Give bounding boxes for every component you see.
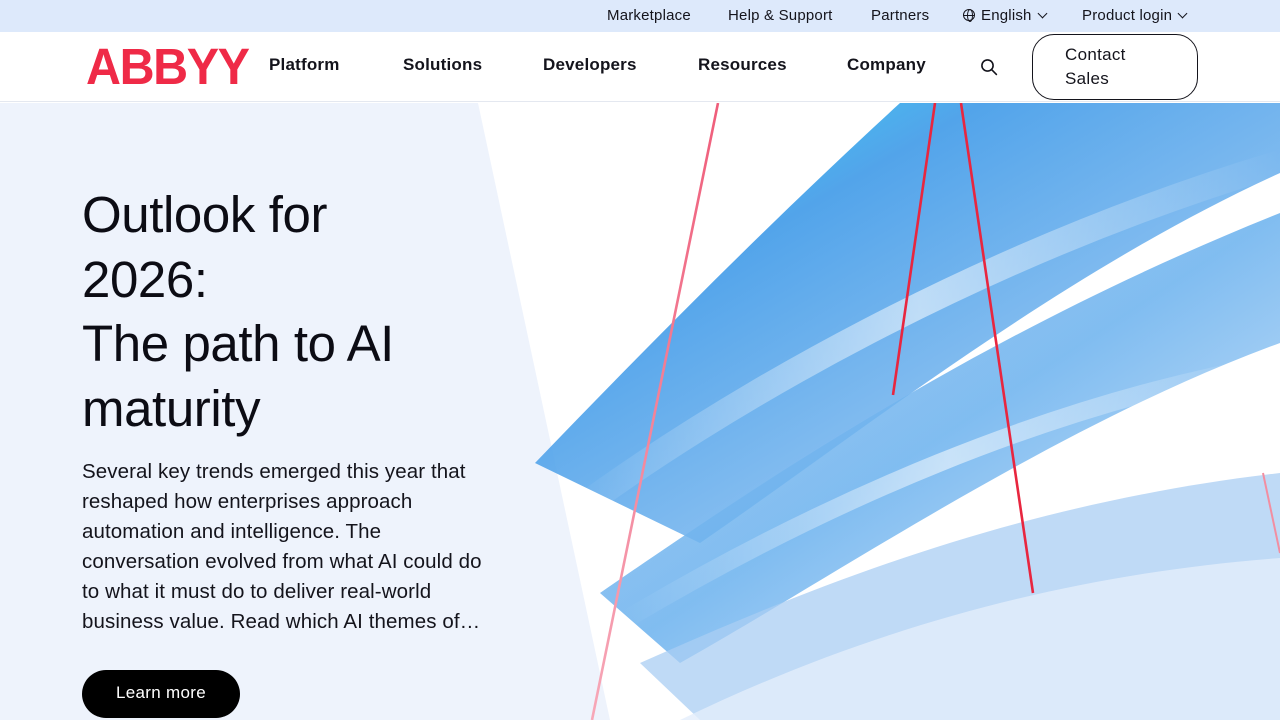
abbyy-logo[interactable]: ABBYY: [86, 41, 250, 92]
nav-solutions[interactable]: Solutions: [403, 32, 482, 100]
hero-title-line: Outlook for: [82, 186, 328, 243]
marketplace-link[interactable]: Marketplace: [607, 0, 691, 32]
nav-resources[interactable]: Resources: [698, 32, 787, 100]
contact-sales-button[interactable]: Contact Sales: [1032, 34, 1198, 100]
hero-title-line: 2026:: [82, 250, 208, 308]
hero-title-line: maturity: [82, 379, 261, 437]
utility-bar: Marketplace Help & Support Partners Engl…: [0, 0, 1280, 32]
globe-icon: [963, 9, 975, 22]
hero-title: Outlook for 2026: The path to AI maturit…: [82, 183, 502, 441]
main-nav: ABBYY Platform Solutions Developers Reso…: [0, 32, 1280, 102]
contact-sales-line1: Contact: [1065, 45, 1126, 64]
language-label: English: [981, 7, 1032, 24]
chevron-down-icon: [1037, 8, 1048, 19]
nav-company[interactable]: Company: [847, 32, 926, 100]
search-icon[interactable]: [980, 58, 998, 76]
learn-more-button[interactable]: Learn more: [82, 670, 240, 718]
product-login-label: Product login: [1082, 7, 1173, 24]
chevron-down-icon: [1177, 8, 1188, 19]
hero-title-line: The path to AI: [82, 315, 394, 372]
hero-section: Outlook for 2026: The path to AI maturit…: [0, 103, 1280, 720]
language-selector[interactable]: English: [963, 0, 1048, 32]
contact-sales-line2: Sales: [1065, 69, 1110, 88]
product-login-menu[interactable]: Product login: [1082, 0, 1188, 32]
help-support-link[interactable]: Help & Support: [728, 0, 833, 32]
hero-description: Several key trends emerged this year tha…: [82, 460, 482, 633]
nav-developers[interactable]: Developers: [543, 32, 637, 100]
nav-platform[interactable]: Platform: [269, 32, 340, 100]
partners-link[interactable]: Partners: [871, 0, 929, 32]
